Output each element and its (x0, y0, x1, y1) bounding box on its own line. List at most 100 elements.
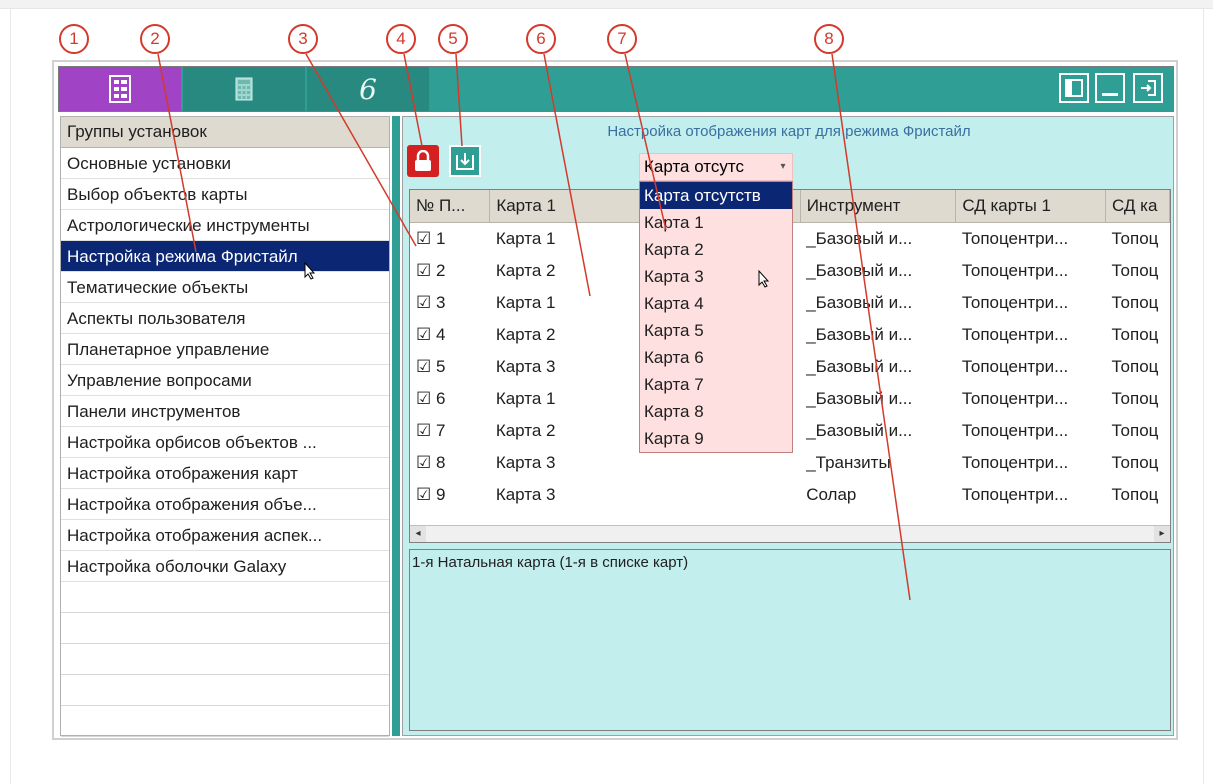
dropdown-option[interactable]: Карта 9 (640, 425, 792, 452)
dropdown-option[interactable]: Карта 7 (640, 371, 792, 398)
table-cell[interactable]: Карта 1 (490, 223, 645, 256)
sidebar-item-orbs[interactable]: Настройка орбисов объектов ... (61, 427, 389, 458)
sidebar-item-thematic[interactable]: Тематические объекты (61, 272, 389, 303)
horizontal-scrollbar[interactable]: ◂ ▸ (410, 525, 1170, 542)
dropdown-option[interactable]: Карта 4 (640, 290, 792, 317)
table-cell[interactable]: Топоцентри... (956, 383, 1106, 415)
empty-row (61, 644, 389, 675)
table-cell[interactable]: Карта 1 (490, 287, 645, 319)
panel-splitter[interactable] (392, 116, 400, 736)
description-box: 1-я Натальная карта (1-я в списке карт) (409, 549, 1171, 731)
sidebar-item-aspect-display[interactable]: Настройка отображения аспек... (61, 520, 389, 551)
dropdown-option[interactable]: Карта 6 (640, 344, 792, 371)
list-settings-icon (109, 75, 131, 103)
callout-3: 3 (288, 24, 318, 54)
sidebar-item-object-display[interactable]: Настройка отображения объе... (61, 489, 389, 520)
table-cell[interactable]: ☑ 9 (410, 479, 490, 511)
chevron-down-icon[interactable]: ▾ (776, 154, 790, 180)
minimize-button[interactable] (1095, 73, 1125, 103)
table-cell[interactable]: Солар (800, 479, 956, 511)
lock-icon (415, 150, 431, 171)
lock-button[interactable] (407, 145, 439, 177)
map2-dropdown[interactable]: Карта отсутс ▾ (639, 153, 793, 181)
table-cell[interactable]: _Транзиты (800, 447, 956, 479)
panel-toggle-button[interactable] (1059, 73, 1089, 103)
table-cell[interactable]: Топоц (1106, 447, 1170, 479)
sidebar-item-toolbars[interactable]: Панели инструментов (61, 396, 389, 427)
table-cell[interactable]: Карта 3 (490, 479, 645, 511)
table-cell[interactable]: Топоц (1106, 479, 1170, 511)
table-cell[interactable]: Топоцентри... (956, 287, 1106, 319)
table-cell[interactable]: ☑ 1 (410, 223, 490, 256)
table-cell[interactable]: Топоцентри... (956, 415, 1106, 447)
tab-script[interactable]: 6 (307, 67, 429, 111)
table-cell[interactable]: _Базовый и... (800, 415, 956, 447)
panel-toggle-icon (1065, 79, 1083, 97)
dropdown-option[interactable]: Карта 5 (640, 317, 792, 344)
table-cell[interactable]: Карта 2 (490, 319, 645, 351)
sidebar-item-basic[interactable]: Основные установки (61, 148, 389, 179)
table-cell[interactable]: Топоцентри... (956, 479, 1106, 511)
sidebar-item-freestyle[interactable]: Настройка режима Фристайл (61, 241, 389, 272)
column-header[interactable]: СД карты 1 (955, 190, 1106, 223)
table-cell[interactable]: Топоцентри... (956, 223, 1106, 256)
table-cell[interactable]: Карта 1 (490, 383, 645, 415)
column-header[interactable]: Карта 1 (489, 190, 646, 223)
table-cell[interactable]: Топоц (1106, 415, 1170, 447)
scroll-left-icon[interactable]: ◂ (410, 526, 426, 542)
table-cell[interactable]: _Базовый и... (800, 287, 956, 319)
map2-dropdown-list: Карта отсутств Карта 1 Карта 2 Карта 3 Карта… (639, 181, 793, 453)
exit-button[interactable] (1133, 73, 1163, 103)
table-cell[interactable]: Топоц (1106, 287, 1170, 319)
table-cell[interactable]: Топоц (1106, 319, 1170, 351)
dropdown-option[interactable]: Карта 2 (640, 236, 792, 263)
table-cell[interactable]: _Базовый и... (800, 223, 956, 256)
tab-calculator[interactable] (183, 67, 305, 111)
sidebar-item-questions[interactable]: Управление вопросами (61, 365, 389, 396)
table-cell[interactable]: ☑ 2 (410, 255, 490, 287)
dropdown-option[interactable]: Карта 8 (640, 398, 792, 425)
table-cell[interactable]: ☑ 7 (410, 415, 490, 447)
table-cell[interactable]: Топоцентри... (956, 447, 1106, 479)
table-cell[interactable]: Карта 2 (490, 255, 645, 287)
table-cell[interactable]: _Базовый и... (800, 255, 956, 287)
sidebar-item-user-aspects[interactable]: Аспекты пользователя (61, 303, 389, 334)
table-cell[interactable]: Карта 3 (490, 351, 645, 383)
table-cell[interactable]: Топоцентри... (956, 255, 1106, 287)
table-cell[interactable]: Карта 3 (490, 447, 645, 479)
sidebar-item-map-display[interactable]: Настройка отображения карт (61, 458, 389, 489)
column-header[interactable]: № П... (410, 190, 491, 223)
settings-window: 6 Группы установок Основные установки Вы… (52, 60, 1178, 740)
table-cell[interactable]: ☑ 8 (410, 447, 490, 479)
dropdown-option[interactable]: Карта 1 (640, 209, 792, 236)
table-cell[interactable]: ☑ 4 (410, 319, 490, 351)
scroll-right-icon[interactable]: ▸ (1154, 526, 1170, 542)
table-cell[interactable]: Топоц (1106, 255, 1170, 287)
table-cell[interactable]: Топоц (1106, 383, 1170, 415)
table-cell[interactable]: Карта 2 (490, 415, 645, 447)
save-button[interactable] (449, 145, 481, 177)
table-cell[interactable]: ☑ 5 (410, 351, 490, 383)
sidebar-item-map-objects[interactable]: Выбор объектов карты (61, 179, 389, 210)
sidebar-item-planetary[interactable]: Планетарное управление (61, 334, 389, 365)
tab-settings-groups[interactable] (59, 67, 181, 111)
column-header[interactable]: СД ка (1105, 190, 1170, 223)
sidebar-item-astro-tools[interactable]: Астрологические инструменты (61, 210, 389, 241)
callout-8: 8 (814, 24, 844, 54)
column-header[interactable]: Инструмент (800, 190, 957, 223)
page-left-border (10, 8, 11, 784)
table-cell[interactable]: ☑ 6 (410, 383, 490, 415)
sidebar-item-galaxy-shell[interactable]: Настройка оболочки Galaxy (61, 551, 389, 582)
table-cell[interactable]: ☑ 3 (410, 287, 490, 319)
table-row[interactable]: ☑ 9 Карта 3 Солар Топоцентри... Топоц (410, 479, 1170, 511)
table-cell[interactable]: _Базовый и... (800, 351, 956, 383)
dropdown-option[interactable]: Карта отсутств (640, 182, 792, 209)
table-cell[interactable] (645, 479, 800, 511)
table-cell[interactable]: Топоцентри... (956, 351, 1106, 383)
table-cell[interactable]: _Базовый и... (800, 319, 956, 351)
table-cell[interactable]: _Базовый и... (800, 383, 956, 415)
table-cell[interactable]: Топоц (1106, 223, 1170, 256)
table-cell[interactable]: Топоцентри... (956, 319, 1106, 351)
script-6-icon: 6 (359, 72, 377, 106)
table-cell[interactable]: Топоц (1106, 351, 1170, 383)
